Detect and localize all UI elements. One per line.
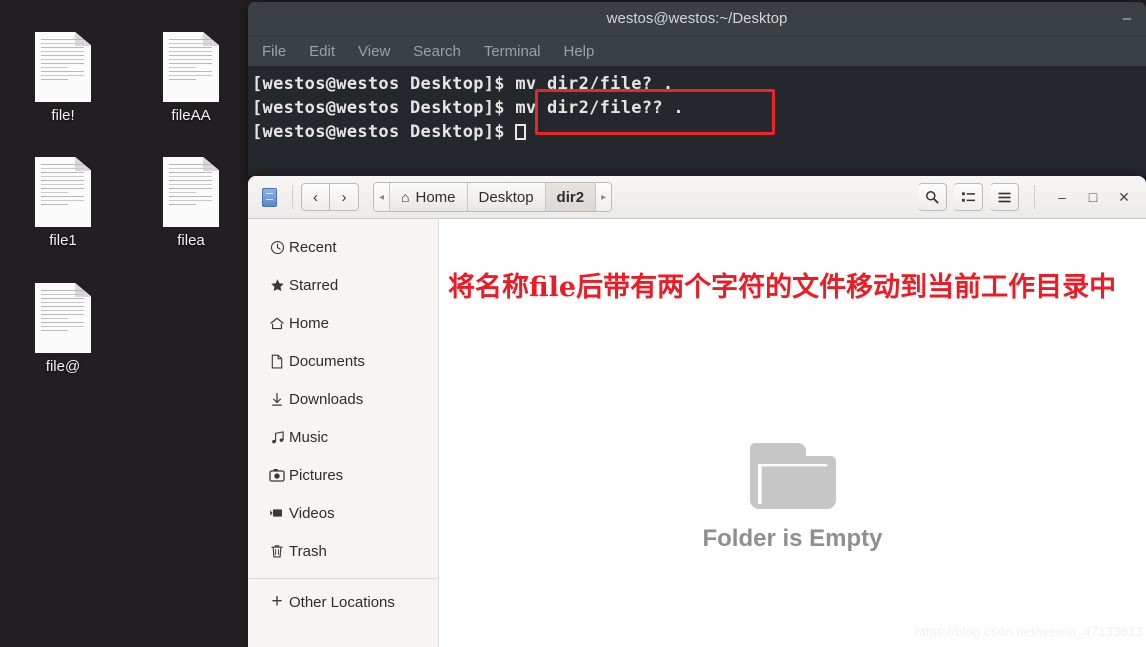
sidebar-divider: [248, 578, 438, 579]
menu-item-edit[interactable]: Edit: [309, 43, 335, 60]
window-maximize-button[interactable]: □: [1081, 183, 1105, 211]
terminal-titlebar[interactable]: westos@westos:~/Desktop –: [248, 2, 1146, 36]
toolbar-divider: [292, 185, 293, 209]
navigation-buttons: ‹ ›: [301, 183, 359, 211]
terminal-prompt: [westos@westos Desktop]$: [252, 122, 516, 142]
sidebar-item-starred[interactable]: Starred: [248, 266, 438, 304]
clock-icon: [265, 240, 289, 255]
sidebar-item-recent[interactable]: Recent: [248, 228, 438, 266]
breadcrumb-item-dir2[interactable]: dir2: [545, 183, 597, 211]
download-icon: [265, 392, 289, 407]
desktop-icon-filea[interactable]: filea: [136, 157, 246, 250]
terminal-title: westos@westos:~/Desktop: [606, 10, 788, 27]
home-icon: ⌂: [401, 189, 410, 205]
sidebar-item-label: Documents: [289, 352, 365, 370]
camera-icon: [265, 468, 289, 482]
sidebar-item-documents[interactable]: Documents: [248, 342, 438, 380]
document-icon: [163, 32, 219, 102]
sidebar-item-downloads[interactable]: Downloads: [248, 380, 438, 418]
back-button[interactable]: ‹: [301, 183, 330, 211]
sidebar-item-pictures[interactable]: Pictures: [248, 456, 438, 494]
terminal-line: [westos@westos Desktop]$ mv dir2/file?? …: [252, 98, 684, 118]
sidebar-item-label: Starred: [289, 276, 339, 294]
menu-item-search[interactable]: Search: [413, 43, 461, 60]
window-close-button[interactable]: ✕: [1112, 183, 1136, 211]
file-manager-body: Recent Starred Home Documents Downloads: [248, 219, 1146, 647]
sidebar-item-videos[interactable]: Videos: [248, 494, 438, 532]
sidebar-item-label: Videos: [289, 504, 335, 522]
annotation-text: 将名称file后带有两个字符的文件移动到当前工作目录中: [448, 272, 1117, 303]
sidebar-item-label: Trash: [289, 542, 327, 560]
video-camera-icon: [265, 507, 289, 519]
sidebar-item-label: Other Locations: [289, 593, 395, 611]
folder-icon: [749, 443, 836, 509]
trash-icon: [265, 544, 289, 559]
document-icon: [35, 32, 91, 102]
hamburger-menu-icon[interactable]: [990, 183, 1019, 211]
sidebar-item-label: Music: [289, 428, 329, 446]
desktop-icon-area: file! fileAA file1 filea file@: [0, 0, 248, 647]
terminal-window: westos@westos:~/Desktop – File Edit View…: [248, 2, 1146, 176]
desktop-background: file! fileAA file1 filea file@ westos@we…: [0, 0, 1146, 647]
menu-item-file[interactable]: File: [262, 43, 286, 60]
terminal-minimize-button[interactable]: –: [1116, 2, 1138, 35]
sidebar-item-label: Pictures: [289, 466, 344, 484]
breadcrumb: ◂ ⌂ Home Desktop dir2 ▸: [373, 182, 613, 212]
empty-folder-label: Folder is Empty: [702, 525, 883, 552]
document-icon: [35, 157, 91, 227]
sidebar-item-other-locations[interactable]: + Other Locations: [248, 583, 438, 621]
search-button-group: [918, 183, 947, 211]
sidebar-item-home[interactable]: Home: [248, 304, 438, 342]
terminal-line: [westos@westos Desktop]$ mv dir2/file? .: [252, 74, 674, 94]
sidebar-item-label: Home: [289, 314, 330, 332]
search-icon[interactable]: [918, 183, 947, 211]
plus-icon: +: [271, 591, 283, 612]
sidebar: Recent Starred Home Documents Downloads: [248, 219, 439, 647]
menu-item-view[interactable]: View: [358, 43, 390, 60]
desktop-icon-label: file1: [49, 232, 77, 249]
sidebar-item-trash[interactable]: Trash: [248, 532, 438, 570]
document-icon: [265, 354, 289, 369]
terminal-menubar: File Edit View Search Terminal Help: [248, 36, 1146, 66]
breadcrumb-next-arrow-icon[interactable]: ▸: [596, 183, 612, 211]
file-manager-window: ‹ › ◂ ⌂ Home Desktop dir2 ▸ – □ ✕ Recent…: [248, 176, 1146, 647]
breadcrumb-item-home[interactable]: ⌂ Home: [390, 183, 468, 211]
watermark: https://blog.csdn.net/weixin_47133613: [914, 624, 1143, 639]
file-cabinet-icon: [254, 187, 284, 207]
home-icon: [265, 316, 289, 331]
window-minimize-button[interactable]: –: [1050, 183, 1074, 211]
breadcrumb-item-desktop[interactable]: Desktop: [467, 183, 546, 211]
desktop-icon-label: file@: [45, 358, 81, 375]
toolbar-right-group: – □ ✕: [918, 183, 1140, 211]
star-icon: [265, 278, 289, 293]
terminal-prompt-line: [westos@westos Desktop]$: [248, 120, 1146, 144]
file-manager-toolbar: ‹ › ◂ ⌂ Home Desktop dir2 ▸ – □ ✕: [248, 176, 1146, 219]
desktop-icon-label: file!: [51, 107, 75, 124]
sidebar-item-label: Downloads: [289, 390, 364, 408]
document-icon: [163, 157, 219, 227]
sidebar-item-music[interactable]: Music: [248, 418, 438, 456]
menu-item-terminal[interactable]: Terminal: [484, 43, 541, 60]
desktop-icon-label: filea: [177, 232, 205, 249]
forward-button[interactable]: ›: [330, 183, 359, 211]
desktop-icon-file-at[interactable]: file@: [8, 283, 118, 376]
breadcrumb-prev-arrow-icon[interactable]: ◂: [374, 183, 391, 211]
sidebar-item-label: Recent: [289, 238, 337, 256]
music-note-icon: [265, 430, 289, 445]
desktop-icon-file1[interactable]: file1: [8, 157, 118, 250]
desktop-icon-fileaa[interactable]: fileAA: [136, 32, 246, 125]
breadcrumb-label: Home: [415, 188, 456, 206]
view-mode-button-group: [954, 183, 983, 211]
empty-folder-state: Folder is Empty: [439, 443, 1146, 553]
menu-item-help[interactable]: Help: [564, 43, 595, 60]
terminal-output[interactable]: [westos@westos Desktop]$ mv dir2/file? .…: [248, 66, 1146, 176]
document-icon: [35, 283, 91, 353]
list-view-icon[interactable]: [954, 183, 983, 211]
terminal-cursor: [515, 124, 527, 140]
file-list-area[interactable]: 将名称file后带有两个字符的文件移动到当前工作目录中 Folder is Em…: [439, 219, 1146, 647]
desktop-icon-file-bang[interactable]: file!: [8, 32, 118, 125]
menu-button-group: [990, 183, 1019, 211]
toolbar-divider: [1034, 185, 1035, 209]
desktop-icon-label: fileAA: [171, 107, 211, 124]
